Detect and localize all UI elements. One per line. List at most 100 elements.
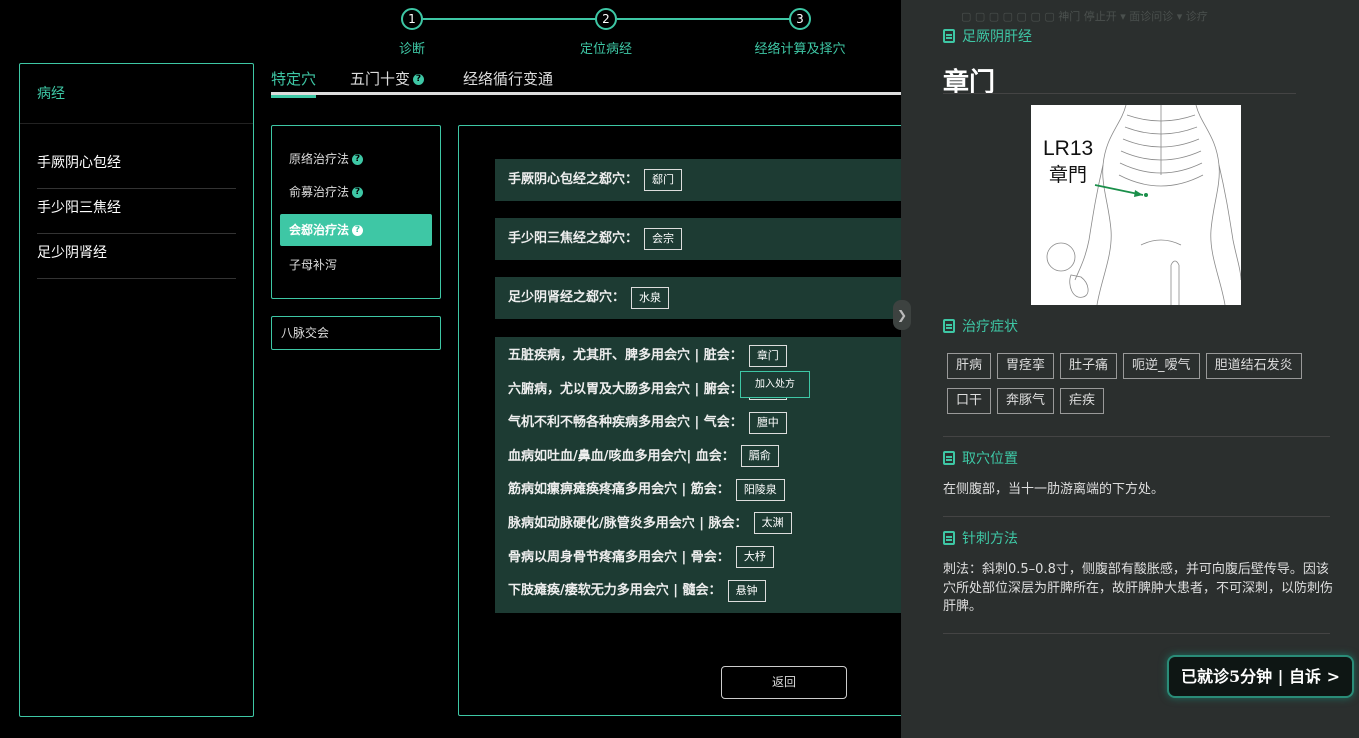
step-locate-meridian[interactable]: 2 定位病经 [556, 8, 656, 57]
method-shu-mu[interactable]: 俞募治疗法? [272, 181, 440, 214]
point-tag[interactable]: 悬钟 [727, 579, 766, 602]
step-label: 定位病经 [579, 42, 632, 57]
needling-heading: 针刺方法 [943, 528, 1018, 548]
step-calculate-select[interactable]: 3 经络计算及择穴 [750, 8, 850, 57]
symptom-tag[interactable]: 肝病 [947, 353, 992, 379]
symptoms-heading: 治疗症状 [943, 316, 1018, 336]
method-yuan-luo[interactable]: 原络治疗法? [272, 148, 440, 181]
add-to-prescription-tooltip[interactable]: 加入处方 [740, 371, 810, 398]
point-tag[interactable]: 太渊 [753, 512, 792, 535]
method-label: 子母补泻 [289, 258, 338, 272]
help-icon[interactable]: ? [352, 187, 364, 198]
hui-label: 下肢瘫痪/痿软无力多用会穴 | 髓会： [508, 583, 722, 599]
meridian-label: 足厥阴肝经 [962, 29, 1032, 45]
help-icon[interactable]: ? [352, 225, 364, 236]
diseased-meridian-panel: 病经 手厥阴心包经 手少阳三焦经 足少阴肾经 [19, 63, 254, 717]
divider [943, 633, 1330, 634]
symptom-tags: 肝病 胃痉挛 肚子痛 呃逆_嗳气 胆道结石发炎口干 奔豚气 疟疾 [947, 353, 1337, 423]
chevron-right-icon[interactable]: ❯ [893, 300, 911, 330]
step-label: 经络计算及择穴 [754, 42, 846, 57]
symptom-tag[interactable]: 胃痉挛 [997, 353, 1055, 379]
hui-label: 骨病以周身骨节疼痛多用会穴 | 骨会： [508, 549, 730, 565]
point-tag[interactable]: 会宗 [644, 227, 683, 250]
influential-points-block: 五脏疾病，尤其肝、脾多用会穴 | 脏会： 章门 六腑病，尤以胃及大肠多用会穴 | … [495, 337, 915, 613]
background-toolbar: ▢ ▢ ▢ ▢ ▢ ▢ ▢ 神门 停止开 ▾ 面诊问诊 ▾ 诊疗 [961, 10, 1208, 23]
hui-point-row: 五脏疾病，尤其肝、脾多用会穴 | 脏会： 章门 [508, 344, 915, 378]
method-hui-xi[interactable]: 会郄治疗法? [280, 214, 432, 246]
meridian-item[interactable]: 手少阳三焦经 [37, 189, 236, 234]
hui-label: 六腑病，尤以胃及大肠多用会穴 | 腑会： [508, 381, 743, 397]
hui-point-row: 下肢瘫痪/痿软无力多用会穴 | 髓会： 悬钟 [508, 579, 915, 613]
section-label: 针刺方法 [962, 531, 1018, 547]
meridian-item[interactable]: 足少阴肾经 [37, 234, 236, 279]
meridian-heading: 足厥阴肝经 [943, 26, 1032, 46]
hui-point-row: 血病如吐血/鼻血/咳血多用会穴| 血会： 膈俞 [508, 445, 915, 479]
section-label: 取穴位置 [962, 451, 1018, 467]
document-icon [943, 531, 955, 545]
hui-point-row: 六腑病，尤以胃及大肠多用会穴 | 腑会：中脘 [508, 378, 915, 412]
tab-bar: 特定穴 五门十变? 经络循行变通 [271, 68, 901, 98]
section-label: 治疗症状 [962, 319, 1018, 335]
method-menu: 原络治疗法? 俞募治疗法? 会郄治疗法? 子母补泻 [271, 125, 441, 299]
symptom-tag[interactable]: 呃逆_嗳气 [1123, 353, 1200, 379]
consult-timer-button[interactable]: 已就诊5分钟 | 自诉 > [1167, 655, 1354, 698]
tab-five-gates[interactable]: 五门十变? [350, 68, 425, 95]
hui-point-row: 脉病如动脉硬化/脉管炎多用会穴 | 脉会： 太渊 [508, 512, 915, 546]
step-diagnosis[interactable]: 1 诊断 [362, 8, 462, 57]
help-icon[interactable]: ? [413, 74, 425, 85]
location-text: 在侧腹部，当十一肋游离端的下方处。 [943, 482, 1165, 497]
tab-label: 特定穴 [271, 70, 317, 88]
location-heading: 取穴位置 [943, 448, 1018, 468]
document-icon [943, 319, 955, 333]
symptom-tag[interactable]: 口干 [947, 388, 992, 414]
hui-label: 气机不利不畅各种疾病多用会穴 | 气会： [508, 415, 743, 431]
step-number: 1 [401, 8, 423, 30]
symptom-tag[interactable]: 疟疾 [1060, 388, 1105, 414]
point-tag[interactable]: 阳陵泉 [735, 478, 785, 501]
point-tag[interactable]: 大杼 [735, 546, 774, 569]
symptom-tag[interactable]: 奔豚气 [997, 388, 1055, 414]
hui-label: 脉病如动脉硬化/脉管炎多用会穴 | 脉会： [508, 515, 748, 531]
xi-label: 足少阴肾经之郄穴： [508, 290, 626, 305]
point-tag[interactable]: 水泉 [631, 286, 670, 309]
back-button[interactable]: 返回 [721, 666, 847, 699]
point-tag[interactable]: 郄门 [644, 168, 683, 191]
point-content-panel: 手厥阴心包经之郄穴： 郄门 手少阳三焦经之郄穴： 会宗 足少阴肾经之郄穴： 水泉 五脏… [458, 125, 918, 716]
document-icon [943, 451, 955, 465]
panel-title: 病经 [20, 64, 253, 124]
point-tag[interactable]: 膈俞 [740, 445, 779, 468]
divider [943, 436, 1330, 437]
tab-label: 五门十变 [350, 70, 411, 88]
hui-point-row: 筋病如瘰痹瘫痪疼痛多用会穴 | 筋会： 阳陵泉 [508, 478, 915, 512]
tab-specific-points[interactable]: 特定穴 [271, 68, 317, 98]
hui-point-row: 骨病以周身骨节疼痛多用会穴 | 骨会： 大杼 [508, 546, 915, 580]
method-eight-confluent[interactable]: 八脉交会 [271, 316, 441, 350]
symptom-tag[interactable]: 肚子痛 [1060, 353, 1118, 379]
point-tag[interactable]: 章门 [748, 344, 787, 367]
xi-point-row: 手少阳三焦经之郄穴： 会宗 [495, 218, 915, 260]
hui-label: 筋病如瘰痹瘫痪疼痛多用会穴 | 筋会： [508, 482, 730, 498]
hui-point-row: 气机不利不畅各种疾病多用会穴 | 气会： 膻中 [508, 411, 915, 445]
step-number: 3 [789, 8, 811, 30]
symptom-tag[interactable]: 胆道结石发炎 [1205, 353, 1302, 379]
document-icon [943, 29, 955, 43]
step-number: 2 [595, 8, 617, 30]
point-tag[interactable]: 膻中 [748, 411, 787, 434]
tab-meridian-flow[interactable]: 经络循行变通 [463, 68, 553, 95]
method-label: 俞募治疗法 [289, 185, 350, 199]
progress-stepper: 1 诊断 2 定位病经 3 经络计算及择穴 [380, 8, 846, 58]
method-mother-son[interactable]: 子母补泻 [272, 254, 440, 287]
needling-text: 刺法：斜刺0.5–0.8寸，侧腹部有酸胀感，并可向腹后壁传导。因该穴所处部位深层… [943, 562, 1334, 614]
acupoint-illustration: LR13 章門 [1031, 105, 1241, 305]
acupoint-detail-drawer: ❯ ▢ ▢ ▢ ▢ ▢ ▢ ▢ 神门 停止开 ▾ 面诊问诊 ▾ 诊疗 足厥阴肝经… [893, 0, 1359, 738]
point-code-label: LR13 [1043, 137, 1093, 160]
hui-label: 五脏疾病，尤其肝、脾多用会穴 | 脏会： [508, 348, 743, 363]
divider [943, 93, 1296, 94]
method-label: 会郄治疗法 [289, 223, 350, 237]
meridian-item[interactable]: 手厥阴心包经 [37, 144, 236, 189]
tab-label: 经络循行变通 [463, 70, 554, 88]
hui-label: 血病如吐血/鼻血/咳血多用会穴| 血会： [508, 448, 735, 464]
divider [943, 516, 1330, 517]
xi-label: 手厥阴心包经之郄穴： [508, 172, 639, 187]
help-icon[interactable]: ? [352, 154, 364, 165]
